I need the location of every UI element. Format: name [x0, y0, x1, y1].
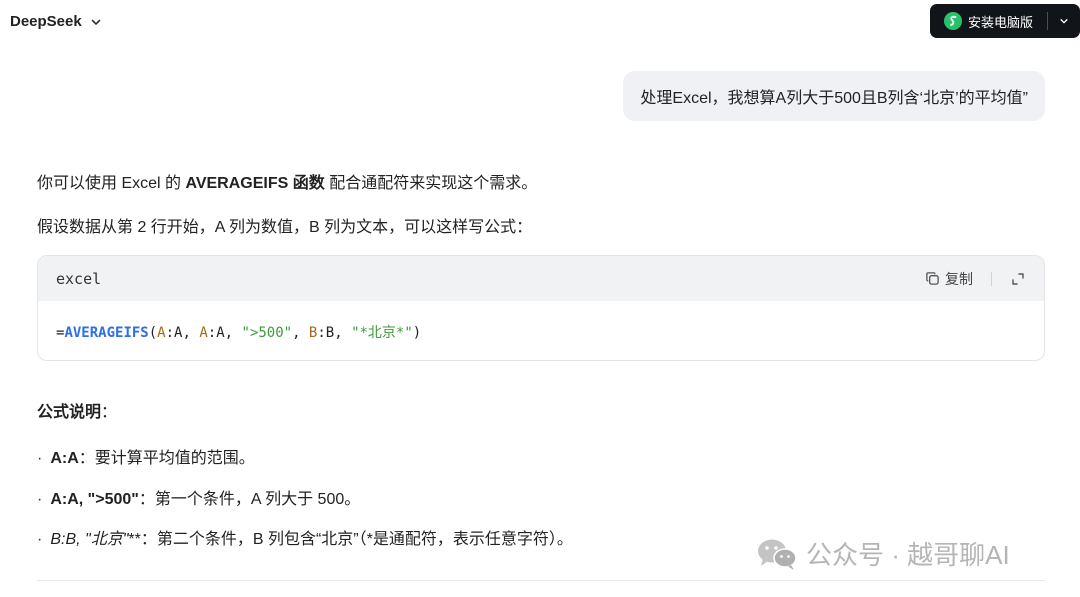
chevron-down-icon: [1060, 19, 1068, 24]
code-token: :B,: [317, 325, 352, 341]
bullet-marker: ·: [37, 450, 43, 467]
bullet-term: A:A, ">500": [50, 491, 139, 508]
code-tools: 复制: [925, 269, 1026, 289]
divider: [37, 580, 1045, 581]
code-token: (: [148, 325, 158, 341]
tool-separator: [991, 271, 992, 286]
bullet-term-italic: B:B, "北京": [50, 531, 129, 548]
answer-assumption: 假设数据从第 2 行开始，A 列为数值，B 列为文本，可以这样写公式：: [37, 219, 533, 236]
code-token-string: "*北京*": [351, 325, 413, 341]
intro-text-pre: 你可以使用 Excel 的: [37, 175, 186, 192]
copy-icon: [926, 272, 939, 285]
brand-name: DeepSeek: [10, 13, 82, 30]
code-token-function: AVERAGEIFS: [64, 325, 149, 341]
code-token: ): [412, 325, 422, 341]
deepseek-logo-icon: [944, 12, 962, 30]
explain-heading: 公式说明：: [37, 398, 117, 422]
model-selector[interactable]: DeepSeek: [10, 13, 102, 30]
install-desktop-button[interactable]: 安装电脑版: [930, 4, 1047, 38]
code-block-header: excel 复制: [38, 256, 1044, 301]
explain-colon: ：: [101, 404, 118, 421]
bullet-marker: ·: [37, 531, 43, 548]
wechat-icon: [758, 539, 797, 570]
code-token: :A,: [207, 325, 242, 341]
code-token-ref: A: [199, 325, 208, 341]
code-token-string: ">500": [241, 325, 293, 341]
install-dropdown-button[interactable]: [1048, 4, 1080, 38]
intro-text-bold: AVERAGEIFS 函数: [185, 175, 325, 192]
list-item: · A:A, ">500"：第一个条件，A 列大于 500。: [37, 485, 360, 509]
bullet-text: ：要计算平均值的范围。: [78, 450, 255, 467]
expand-button[interactable]: [1010, 271, 1026, 287]
chevron-down-icon: [91, 19, 101, 25]
code-content[interactable]: =AVERAGEIFS(A:A, A:A, ">500", B:B, "*北京*…: [38, 301, 1044, 342]
expand-icon: [1012, 272, 1024, 285]
install-label: 安装电脑版: [968, 14, 1034, 30]
bullet-text: ：第一个条件，A 列大于 500。: [138, 491, 361, 508]
explain-title: 公式说明: [37, 404, 102, 421]
bullet-marker: ·: [37, 491, 43, 508]
bullet-text: **：第二个条件，B 列包含“北京”（*是通配符，表示任意字符）。: [128, 531, 573, 548]
answer-intro: 你可以使用 Excel 的 AVERAGEIFS 函数 配合通配符来实现这个需求…: [37, 169, 537, 193]
intro-text-post: 配合通配符来实现这个需求。: [324, 175, 538, 192]
install-desktop-button-group: 安装电脑版: [930, 4, 1080, 38]
code-block: excel 复制 =AVERAGEIFS(A:A, A:A, ">500", B…: [37, 255, 1045, 361]
user-message-bubble: 处理Excel，我想算A列大于500且B列含‘北京’的平均值”: [623, 71, 1045, 121]
copy-button[interactable]: 复制: [925, 269, 973, 289]
code-token: :A,: [165, 325, 200, 341]
watermark-text: 公众号 · 越哥聊AI: [806, 540, 1010, 570]
list-item: · B:B, "北京"**：第二个条件，B 列包含“北京”（*是通配符，表示任意字…: [37, 525, 573, 549]
watermark: 公众号 · 越哥聊AI: [756, 535, 1010, 572]
list-item: · A:A：要计算平均值的范围。: [37, 444, 255, 468]
copy-label: 复制: [945, 270, 973, 287]
code-language: excel: [56, 269, 102, 288]
code-token-ref: A: [157, 325, 166, 341]
bullet-term: A:A: [50, 450, 79, 467]
code-token: ,: [292, 325, 309, 341]
